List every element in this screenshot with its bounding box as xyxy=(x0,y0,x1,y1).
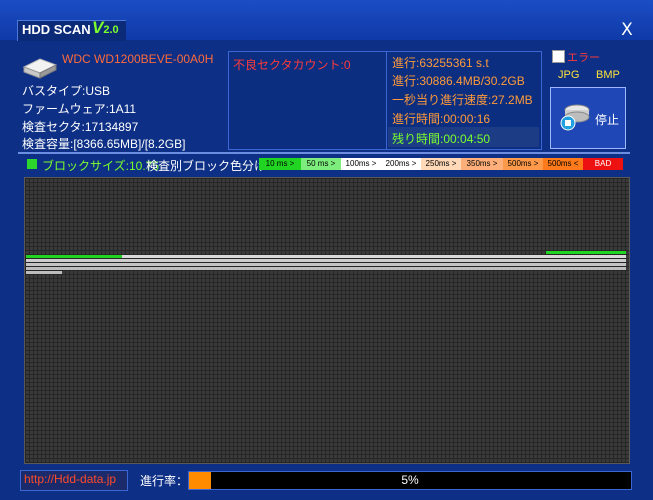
legend-item: 100ms > xyxy=(341,158,381,170)
block-size-swatch xyxy=(27,159,37,169)
scan-block-grid xyxy=(24,177,630,464)
scanned-blocks-white-row2 xyxy=(26,259,626,262)
separator xyxy=(18,152,630,154)
scanned-blocks-white-row1 xyxy=(122,255,546,258)
progress-text: 5% xyxy=(401,473,419,487)
remaining-time: 残り時間:00:04:50 xyxy=(392,132,491,146)
hard-drive-icon xyxy=(22,58,58,79)
legend-item: BAD xyxy=(583,158,623,170)
block-size: ブロックサイズ:10.75 xyxy=(42,159,160,173)
app-version: V2.0 xyxy=(92,18,119,37)
scanned-blocks-green-right xyxy=(546,251,626,254)
error-checkbox[interactable] xyxy=(552,50,565,63)
stop-label: 停止 xyxy=(595,113,620,127)
save-bmp-button[interactable]: BMP xyxy=(596,69,620,81)
legend-item: 500ms > xyxy=(503,158,543,170)
disk-stop-icon xyxy=(560,104,590,131)
scan-speed: 一秒当り進行速度:27.2MB xyxy=(392,93,533,107)
website-link[interactable]: http://Hdd-data.jp xyxy=(24,472,116,486)
legend-item: 250ms > xyxy=(421,158,461,170)
scanned-blocks-white-row3 xyxy=(26,263,626,266)
capacity: 検査容量:[8366.65MB]/[8.2GB] xyxy=(22,137,186,151)
legend-item: 350ms > xyxy=(461,158,503,170)
bus-type: バスタイプ:USB xyxy=(22,84,111,98)
elapsed-time: 進行時間:00:00:16 xyxy=(392,112,491,126)
status-divider xyxy=(386,51,387,149)
stop-button[interactable]: 停止 xyxy=(550,87,626,149)
bad-sector-count: 不良セクタカウント:0 xyxy=(233,58,351,72)
app-title: HDD SCAN xyxy=(22,22,91,37)
scanned-blocks-white-row5 xyxy=(26,271,62,274)
scanned-blocks-green-left xyxy=(26,255,122,258)
progress-bar: 5% xyxy=(188,471,632,490)
progress-size: 進行:30886.4MB/30.2GB xyxy=(392,74,525,88)
legend-title: 検査別ブロック色分け : xyxy=(146,159,273,173)
drive-model: WDC WD1200BEVE-00A0H xyxy=(62,52,214,66)
error-label: エラー xyxy=(567,52,600,64)
firmware: ファームウェア:1A11 xyxy=(22,102,137,116)
legend-item: 10 ms > xyxy=(259,158,301,170)
scanned-blocks-white-row4 xyxy=(26,267,626,270)
progress-sectors: 進行:63255361 s.t xyxy=(392,56,489,70)
legend-item: 200ms > xyxy=(381,158,421,170)
progress-label: 進行率： xyxy=(140,474,189,488)
sector-count: 検査セクタ:17134897 xyxy=(22,120,139,134)
legend-item: 500ms < xyxy=(543,158,583,170)
save-jpg-button[interactable]: JPG xyxy=(558,69,579,81)
legend-item: 50 ms > xyxy=(301,158,341,170)
color-legend: 10 ms >50 ms >100ms >200ms >250ms >350ms… xyxy=(259,158,623,170)
scanned-blocks-white-row0 xyxy=(546,255,626,258)
close-button[interactable]: X xyxy=(614,20,640,40)
